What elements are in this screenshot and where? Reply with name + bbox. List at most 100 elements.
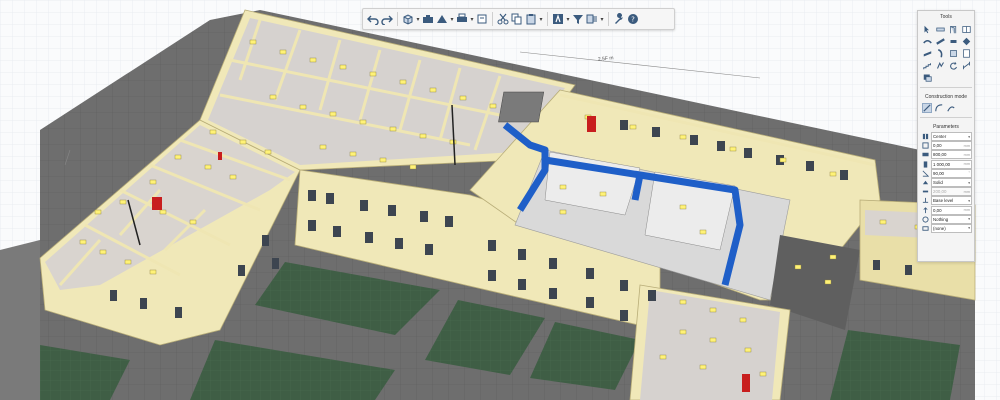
building-model <box>0 0 1000 400</box>
toolbar-separator <box>397 12 398 26</box>
parameter-row: 90,00 ° <box>918 168 974 178</box>
parameter-unit: mm <box>963 208 970 213</box>
redo-button[interactable] <box>380 10 394 28</box>
dropdown-caret-icon[interactable]: ▾ <box>538 10 544 28</box>
help-icon: ? <box>628 14 638 24</box>
parameter-value: Solid <box>933 180 943 186</box>
parameter-value: (none) <box>933 225 946 231</box>
parameter-row: 0,00 mm <box>918 141 974 151</box>
text-button[interactable] <box>551 10 565 28</box>
door-tool-button[interactable] <box>948 24 959 34</box>
line-mode-button[interactable] <box>922 103 932 113</box>
perspective-icon <box>437 15 447 23</box>
slab-tool-button[interactable] <box>948 48 959 58</box>
system-icon <box>921 224 929 232</box>
window-icon <box>962 25 971 33</box>
height-icon <box>921 160 929 168</box>
slab-icon <box>950 49 957 57</box>
filter-button[interactable] <box>571 10 585 28</box>
filter-icon <box>573 15 583 24</box>
chevron-down-icon: ▾ <box>968 180 970 185</box>
parameter-row: Solid ▾ <box>918 178 974 188</box>
pipe-tool-button[interactable] <box>922 36 933 46</box>
parameter-select[interactable]: Base level ▾ <box>931 196 972 206</box>
curve-mode-icon <box>947 106 955 112</box>
alignment-icon <box>921 133 929 141</box>
parameter-unit: mm <box>963 189 970 194</box>
select-tool-button[interactable] <box>922 24 933 34</box>
thickness-icon <box>921 188 929 196</box>
parameter-value: 800,00 <box>933 152 947 158</box>
undo-button[interactable] <box>366 10 380 28</box>
text-icon <box>553 14 563 24</box>
parameter-select[interactable]: Center ▾ <box>931 132 972 142</box>
parameter-input[interactable]: 90,00 ° <box>931 168 972 178</box>
annotation-tool-button[interactable] <box>922 72 933 82</box>
view-cube-icon <box>403 14 413 25</box>
parameter-row: Base level ▾ <box>918 196 974 206</box>
parameter-input[interactable]: 200,00 mm <box>931 187 972 197</box>
parameter-unit: ° <box>968 171 970 176</box>
window-tool-button[interactable] <box>961 24 972 34</box>
parameter-input[interactable]: 1 000,00 mm <box>931 159 972 169</box>
parameter-value: 0,00 <box>933 207 942 213</box>
parameter-value: 90,00 <box>933 170 944 176</box>
width-icon <box>921 151 929 159</box>
duct-icon <box>936 37 945 45</box>
view-cube-button[interactable] <box>401 10 415 28</box>
parameter-select[interactable]: Nothing ▾ <box>931 214 972 224</box>
wrench-button[interactable] <box>612 10 626 28</box>
toolbar-separator <box>608 12 609 26</box>
layers-button[interactable] <box>585 10 599 28</box>
room-icon <box>963 48 970 58</box>
paste-button[interactable] <box>524 10 538 28</box>
stair-tool-button[interactable] <box>922 60 933 70</box>
pipe-icon <box>923 39 932 44</box>
rotate-tool-button[interactable] <box>948 60 959 70</box>
parameters-list: Center ▾ 0,00 mm 800,00 mm 1 000,00 mm 90,00 ° Sol… <box>918 132 974 233</box>
toolbar-separator <box>492 12 493 26</box>
column-icon <box>937 48 943 57</box>
parameter-unit: mm <box>963 152 970 157</box>
toolbar-separator <box>547 12 548 26</box>
print-button[interactable] <box>455 10 469 28</box>
parameter-value: 200,00 <box>933 189 947 195</box>
duct-tool-button[interactable] <box>935 36 946 46</box>
parameter-input[interactable]: 0,00 mm <box>931 141 972 151</box>
tool-panel: Tools Construction mode Parameters Cente… <box>917 10 975 262</box>
column-tool-button[interactable] <box>935 48 946 58</box>
cut-button[interactable] <box>496 10 510 28</box>
copy-icon <box>511 13 522 25</box>
parameter-input[interactable]: 800,00 mm <box>931 150 972 160</box>
wall-tool-button[interactable] <box>935 24 946 34</box>
camera-button[interactable] <box>421 10 435 28</box>
copy-button[interactable] <box>510 10 524 28</box>
fitting-tool-button[interactable] <box>948 36 959 46</box>
parameter-input[interactable]: 0,00 mm <box>931 205 972 215</box>
beam-tool-button[interactable] <box>922 48 933 58</box>
arc-mode-button[interactable] <box>934 103 944 113</box>
rotate-icon <box>950 61 958 70</box>
parameter-select[interactable]: (none) ▾ <box>931 223 972 233</box>
3d-viewport[interactable]: 2.5F m <box>0 0 1000 400</box>
parameter-row: (none) ▾ <box>918 223 974 233</box>
perspective-button[interactable] <box>435 10 449 28</box>
parameter-select[interactable]: Solid ▾ <box>931 178 972 188</box>
dropdown-caret-icon[interactable]: ▾ <box>599 10 605 28</box>
parameter-value: Nothing <box>933 216 949 222</box>
terminal-tool-button[interactable] <box>961 36 972 46</box>
construction-mode-row <box>918 102 974 114</box>
parameter-value: Center <box>933 134 947 140</box>
select-icon <box>924 25 929 33</box>
curve-mode-button[interactable] <box>946 103 956 113</box>
parameter-unit: mm <box>963 143 970 148</box>
room-tool-button[interactable] <box>961 48 972 58</box>
parameter-unit: mm <box>963 162 970 167</box>
camera-icon <box>423 15 433 23</box>
route-tool-button[interactable] <box>935 60 946 70</box>
measure-tool-button[interactable] <box>961 60 972 70</box>
insulation-icon <box>921 215 929 223</box>
line-mode-icon <box>923 104 931 112</box>
print2-button[interactable] <box>475 10 489 28</box>
help-button[interactable]: ? <box>626 10 640 28</box>
